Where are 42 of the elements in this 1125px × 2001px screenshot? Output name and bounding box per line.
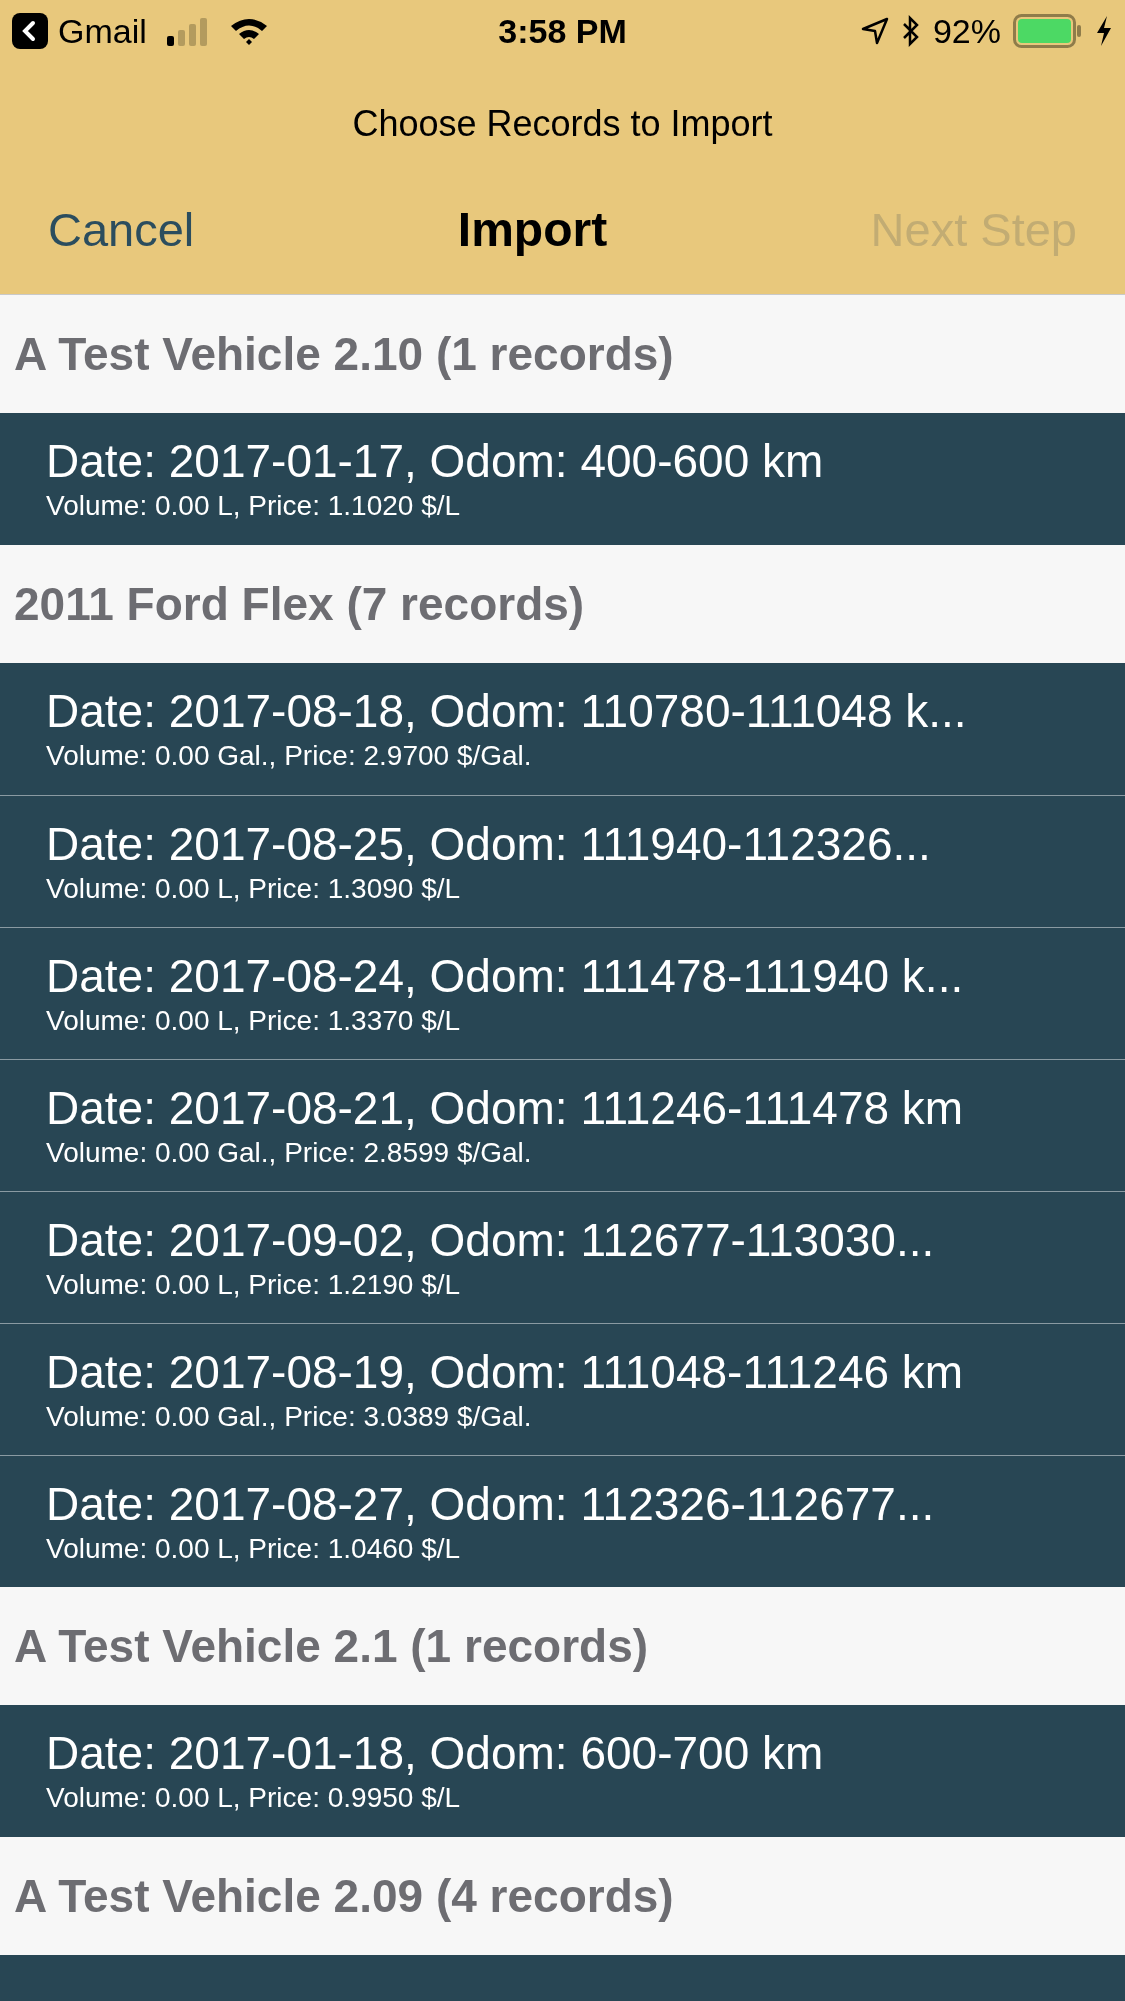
record-row[interactable]: Date: 2017-08-27, Odom: 112326-112677... Volume: 0.00 L, Price: 1.0460 $/L — [0, 1455, 1125, 1587]
record-detail: Volume: 0.00 Gal., Price: 2.8599 $/Gal. — [46, 1135, 533, 1170]
record-row[interactable]: Date: 2017-01-18, Odom: 600-700 km Volume: 0.00 L, Price: 0.9950 $/L — [0, 1705, 1125, 1837]
battery-icon — [1013, 14, 1083, 48]
nav-title: Import — [457, 202, 608, 258]
record-title: Date: 2017-08-19, Odom: 111048-111246 km — [46, 1344, 965, 1399]
bluetooth-icon — [900, 15, 921, 47]
record-detail: Volume: 0.00 L, Price: 1.0460 $/L — [46, 1531, 462, 1566]
location-arrow-icon — [860, 17, 889, 45]
record-row[interactable]: Date: 2017-08-24, Odom: 111478-111940 k... Volume: 0.00 L, Price: 1.3370 $/L — [0, 927, 1125, 1059]
section-header: 2011 Ford Flex (7 records) — [14, 576, 585, 632]
record-detail: Volume: 0.00 Gal., Price: 3.0389 $/Gal. — [46, 1399, 533, 1434]
record-detail: Volume: 0.00 Gal., Price: 2.9700 $/Gal. — [46, 739, 533, 773]
clock-time: 3:58 PM — [497, 10, 628, 52]
record-detail: Volume: 0.00 L, Price: 1.2190 $/L — [46, 1267, 462, 1302]
record-row[interactable]: Date: 2017-08-19, Odom: 111048-111246 km Volume: 0.00 Gal., Price: 3.0389 $/Gal. — [0, 1323, 1125, 1455]
section-header: A Test Vehicle 2.09 (4 records) — [14, 1868, 674, 1924]
record-title: Date: 2017-08-27, Odom: 112326-112677... — [46, 1476, 936, 1531]
section-header: A Test Vehicle 2.10 (1 records) — [14, 326, 674, 382]
cancel-button[interactable]: Cancel — [48, 194, 195, 266]
charging-bolt-icon — [1095, 15, 1113, 47]
record-detail: Volume: 0.00 L, Price: 1.3370 $/L — [46, 1003, 462, 1038]
record-title: Date: 2017-01-18, Odom: 600-700 km — [46, 1726, 825, 1780]
record-detail: Volume: 0.00 L, Price: 1.1020 $/L — [46, 489, 462, 523]
record-detail: Volume: 0.00 L, Price: 1.3090 $/L — [46, 871, 462, 906]
record-row[interactable]: Date: 2017-08-25, Odom: 111940-112326... Volume: 0.00 L, Price: 1.3090 $/L — [0, 795, 1125, 927]
record-title: Date: 2017-08-24, Odom: 111478-111940 k... — [46, 948, 965, 1003]
battery-percent: 92% — [932, 10, 1001, 52]
record-row[interactable]: Date: 2017-08-21, Odom: 111246-111478 km Volume: 0.00 Gal., Price: 2.8599 $/Gal. — [0, 1059, 1125, 1191]
back-app-label[interactable]: Gmail — [58, 5, 147, 57]
record-row[interactable]: Date: 2017-08-18, Odom: 110780-111048 k... Volume: 0.00 Gal., Price: 2.9700 $/Gal. — [0, 663, 1125, 795]
section-header: A Test Vehicle 2.1 (1 records) — [14, 1618, 649, 1674]
record-title: Date: 2017-01-17, Odom: 400-600 km — [46, 434, 825, 488]
record-title: Date: 2017-08-25, Odom: 111940-112326... — [46, 816, 932, 871]
record-title: Date: 2017-09-02, Odom: 112677-113030... — [46, 1212, 936, 1267]
record-title: Date: 2017-08-21, Odom: 111246-111478 km — [46, 1080, 965, 1135]
record-detail: Volume: 0.00 L, Price: 0.9950 $/L — [46, 1781, 462, 1815]
back-icon[interactable] — [12, 13, 48, 49]
record-row[interactable]: Date: 2017-01-17, Odom: 400-600 km Volume: 0.00 L, Price: 1.1020 $/L — [0, 413, 1125, 545]
record-row[interactable]: Date: 2017-09-02, Odom: 112677-113030... Volume: 0.00 L, Price: 1.2190 $/L — [0, 1191, 1125, 1323]
nav-subtitle: Choose Records to Import — [352, 102, 773, 146]
record-title: Date: 2017-08-18, Odom: 110780-111048 k... — [46, 684, 968, 738]
